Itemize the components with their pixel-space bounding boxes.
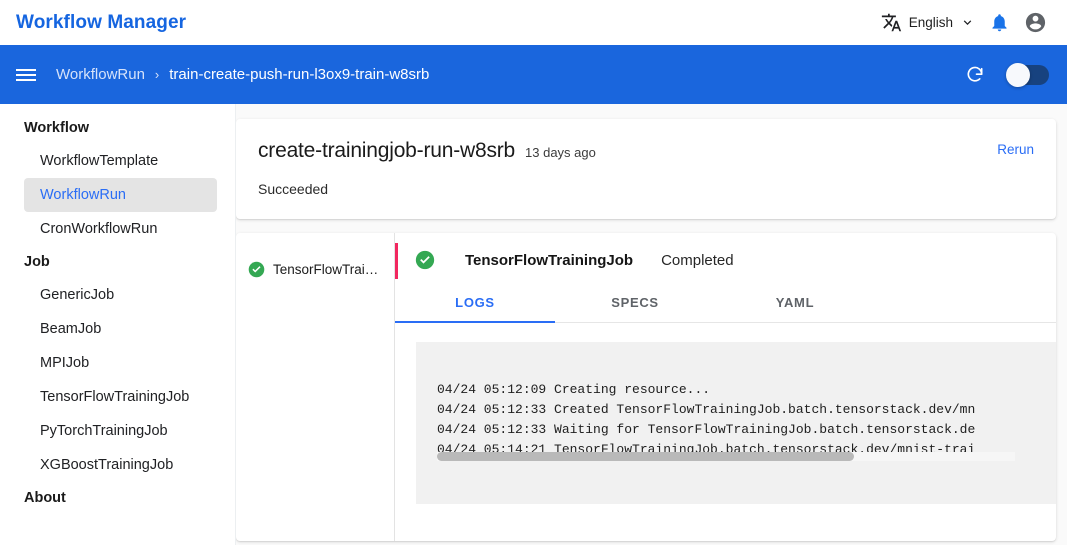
run-status: Succeeded <box>258 181 329 197</box>
check-circle-icon <box>415 250 435 270</box>
sidebar-item-genericjob[interactable]: GenericJob <box>0 278 217 312</box>
sidebar-item-workflowrun[interactable]: WorkflowRun <box>24 178 217 212</box>
check-circle-icon <box>248 261 265 278</box>
log-viewer[interactable]: 04/24 05:12:09 Creating resource... 04/2… <box>416 342 1056 504</box>
language-label: English <box>908 15 953 30</box>
sidebar-item-xgboosttrainingjob[interactable]: XGBoostTrainingJob <box>0 448 217 482</box>
scrollbar-thumb[interactable] <box>437 452 854 461</box>
main-content: create-trainingjob-run-w8srb 13 days ago… <box>236 104 1067 545</box>
chevron-down-icon <box>960 15 975 30</box>
account-button[interactable] <box>1017 5 1053 41</box>
refresh-button[interactable] <box>957 57 993 93</box>
log-line: 04/24 05:12:33 Created TensorFlowTrainin… <box>437 402 976 417</box>
app-bar: Workflow Manager English <box>0 0 1067 45</box>
run-age: 13 days ago <box>525 145 596 160</box>
notifications-button[interactable] <box>981 5 1017 41</box>
job-detail-header: TensorFlowTrainingJob Completed <box>395 233 1056 270</box>
app-bar-actions: English <box>875 5 1053 41</box>
app-title: Workflow Manager <box>16 11 187 33</box>
toggle-knob <box>1006 62 1030 87</box>
job-detail-tabs: LOGS SPECS YAML <box>395 282 1056 323</box>
run-summary-heading: create-trainingjob-run-w8srb 13 days ago <box>258 139 1034 163</box>
run-name: create-trainingjob-run-w8srb <box>258 139 516 162</box>
hamburger-menu-icon[interactable] <box>8 57 44 93</box>
refresh-icon <box>965 65 985 85</box>
translate-icon <box>881 12 902 33</box>
sidebar-item-beamjob[interactable]: BeamJob <box>0 312 217 346</box>
job-list-item-label: TensorFlowTrai… <box>273 262 379 277</box>
log-horizontal-scrollbar[interactable] <box>437 452 1015 461</box>
sidebar-item-mpijob[interactable]: MPIJob <box>0 346 217 380</box>
sidebar-item-tensorflowtrainingjob[interactable]: TensorFlowTrainingJob <box>0 380 217 414</box>
sidebar: Workflow WorkflowTemplate WorkflowRun Cr… <box>0 104 236 545</box>
run-summary-card: create-trainingjob-run-w8srb 13 days ago… <box>236 119 1056 219</box>
body: Workflow WorkflowTemplate WorkflowRun Cr… <box>0 104 1067 545</box>
sidebar-group-about[interactable]: About <box>0 482 235 514</box>
language-selector[interactable]: English <box>875 8 981 37</box>
log-line: 04/24 05:12:09 Creating resource... <box>437 382 711 397</box>
sidebar-item-cronworkflowrun[interactable]: CronWorkflowRun <box>0 212 217 246</box>
tab-logs[interactable]: LOGS <box>395 282 555 323</box>
sidebar-item-pytorchtrainingjob[interactable]: PyTorchTrainingJob <box>0 414 217 448</box>
breadcrumb-current: train-create-push-run-l3ox9-train-w8srb <box>169 66 430 83</box>
log-content: 04/24 05:12:09 Creating resource... 04/2… <box>416 342 1056 460</box>
breadcrumb-bar: WorkflowRun › train-create-push-run-l3ox… <box>0 45 1067 104</box>
tab-specs[interactable]: SPECS <box>555 282 715 322</box>
job-detail-pane: TensorFlowTrainingJob Completed LOGS SPE… <box>395 233 1056 541</box>
rerun-button[interactable]: Rerun <box>997 142 1034 157</box>
auto-refresh-toggle[interactable] <box>1006 62 1049 87</box>
sidebar-item-workflowtemplate[interactable]: WorkflowTemplate <box>0 144 217 178</box>
bell-icon <box>989 12 1010 33</box>
tab-yaml[interactable]: YAML <box>715 282 875 322</box>
account-circle-icon <box>1024 11 1047 34</box>
breadcrumb-separator: › <box>154 67 160 82</box>
log-line: 04/24 05:12:33 Waiting for TensorFlowTra… <box>437 422 976 437</box>
job-list-item-tensorflowtrainingjob[interactable]: TensorFlowTrai… <box>236 256 394 283</box>
breadcrumb-parent-link[interactable]: WorkflowRun <box>56 66 145 83</box>
selection-accent-bar <box>395 243 398 279</box>
sidebar-group-job: Job <box>24 254 50 270</box>
breadcrumb-actions <box>957 57 1053 93</box>
job-detail-card: TensorFlowTrai… TensorFlowTrainingJob Co… <box>236 233 1056 541</box>
sidebar-group-workflow: Workflow <box>24 120 89 136</box>
job-detail-state: Completed <box>661 251 734 269</box>
job-detail-title: TensorFlowTrainingJob <box>465 251 634 269</box>
job-list: TensorFlowTrai… <box>236 233 395 541</box>
